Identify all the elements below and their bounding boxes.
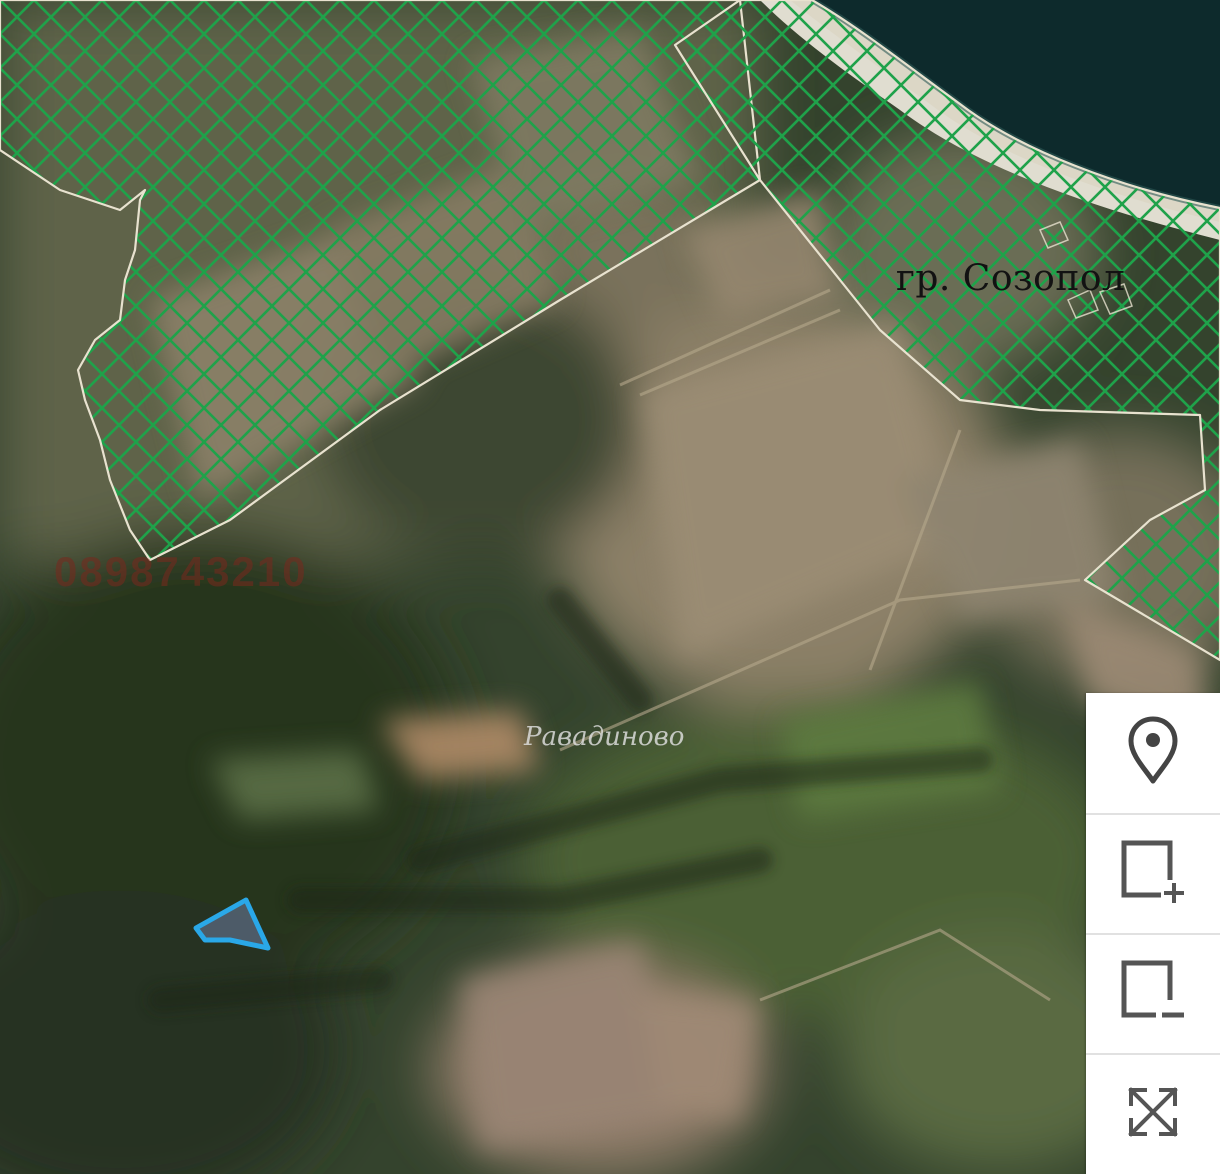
map-toolbar [1086, 693, 1220, 1174]
square-minus-icon [1118, 957, 1188, 1031]
map-pin-icon [1125, 715, 1181, 789]
square-plus-icon [1118, 837, 1188, 911]
draw-area-plus-button[interactable] [1086, 813, 1220, 933]
phone-watermark: 0898743210 [54, 548, 308, 595]
fullscreen-button[interactable] [1086, 1053, 1220, 1173]
add-marker-button[interactable] [1086, 693, 1220, 811]
city-label: гр. Созопол [896, 258, 1126, 299]
village-label: Равадиново [524, 722, 685, 752]
expand-arrows-icon [1125, 1084, 1181, 1144]
draw-area-minus-button[interactable] [1086, 933, 1220, 1053]
